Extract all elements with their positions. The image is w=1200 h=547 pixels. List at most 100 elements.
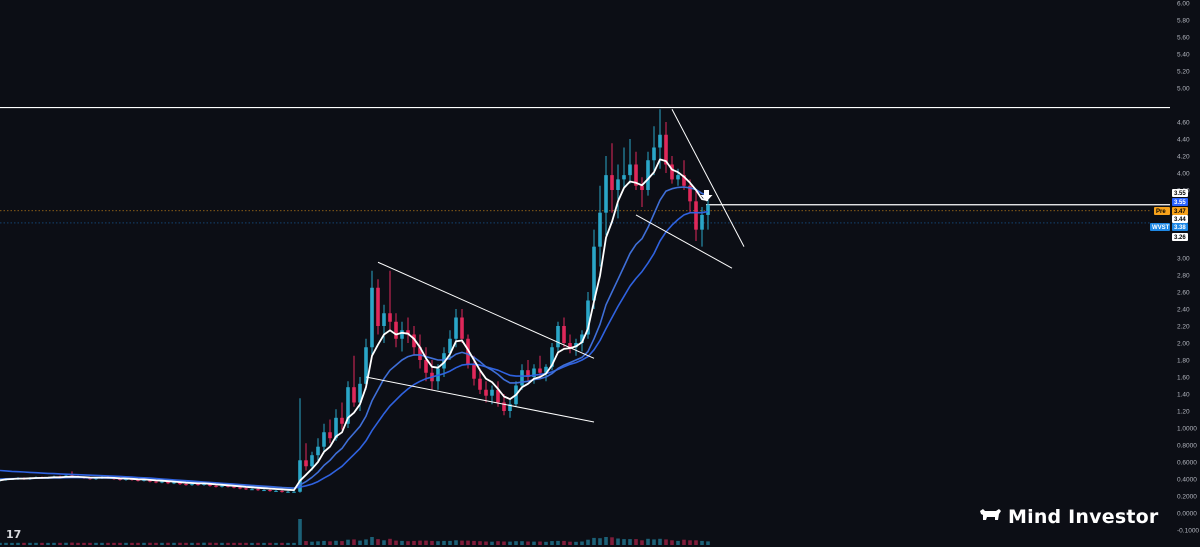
volume-bar <box>658 538 662 545</box>
y-tick-label: 0.8000 <box>1177 442 1197 449</box>
volume-bar <box>442 540 446 545</box>
volume-bar <box>574 541 578 545</box>
volume-bar <box>436 541 440 545</box>
candle-body <box>262 490 266 492</box>
volume-bar <box>34 542 38 545</box>
volume-bar <box>580 541 584 545</box>
candle-body <box>400 330 404 339</box>
volume-bar <box>40 542 44 545</box>
candle-body <box>268 490 272 492</box>
volume-bar <box>382 540 386 545</box>
ema-fast-line <box>0 158 709 492</box>
y-tick-label: 1.60 <box>1177 374 1190 381</box>
volume-bar <box>226 542 230 545</box>
volume-bar <box>88 542 92 545</box>
volume-bar <box>0 542 2 545</box>
candle-body <box>472 364 476 379</box>
price-tag-label: 3.38 <box>1174 225 1186 231</box>
candle-body <box>316 446 320 456</box>
y-tick-label: 0.4000 <box>1177 476 1197 483</box>
volume-bar <box>520 541 524 545</box>
candle-body <box>220 485 224 487</box>
volume-bar <box>214 542 218 545</box>
y-tick-label: 4.20 <box>1177 153 1190 160</box>
volume-bar <box>304 541 308 545</box>
volume-bar <box>652 539 656 545</box>
volume-bar <box>400 540 404 545</box>
volume-bar <box>82 542 86 545</box>
volume-bar <box>370 537 374 545</box>
y-tick-label: 1.40 <box>1177 391 1190 398</box>
volume-bar <box>16 542 20 545</box>
volume-bar <box>298 519 302 545</box>
volume-bar <box>448 540 452 545</box>
y-tick-label: 5.20 <box>1177 68 1190 75</box>
candle-body <box>280 490 284 492</box>
volume-bar <box>358 540 362 545</box>
volume-bar <box>616 538 620 545</box>
brand-name: Mind Investor <box>1008 506 1159 528</box>
candle-body <box>628 164 632 176</box>
volume-bar <box>322 540 326 545</box>
candle-body <box>322 432 326 447</box>
volume-bar <box>328 541 332 545</box>
candle-body <box>292 491 296 493</box>
volume-bar <box>70 542 74 545</box>
trendline <box>377 261 595 359</box>
volume-bar <box>706 541 710 545</box>
y-tick-label: 2.40 <box>1177 306 1190 313</box>
candle-body <box>238 487 242 489</box>
candle-body <box>376 287 380 326</box>
candle-body <box>490 389 494 396</box>
volume-bar <box>280 542 284 545</box>
volume-bar <box>340 541 344 545</box>
candle-body <box>598 212 602 247</box>
candle-body <box>214 485 218 487</box>
volume-bar <box>94 542 98 545</box>
volume-bar <box>496 541 500 545</box>
volume-bar <box>544 541 548 545</box>
volume-bar <box>670 540 674 545</box>
candle-body <box>484 389 488 396</box>
volume-bar <box>406 541 410 545</box>
volume-bar <box>64 542 68 545</box>
volume-bar <box>694 540 698 545</box>
volume-bar <box>178 542 182 545</box>
price-tag-label: 3.55 <box>1174 200 1186 206</box>
y-tick-label: 5.40 <box>1177 51 1190 58</box>
volume-bar <box>196 542 200 545</box>
volume-bars <box>0 519 710 545</box>
volume-bar <box>388 538 392 545</box>
price-tag-prefix-label: WVST <box>1152 225 1170 231</box>
volume-bar <box>238 542 242 545</box>
candle-body <box>694 201 698 230</box>
price-tag-label: 3.44 <box>1174 217 1186 223</box>
volume-bar <box>538 541 542 545</box>
volume-bar <box>154 542 158 545</box>
price-chart[interactable]: -0.1000 0.0000 0.2000 0.4000 0.6000 0.8000 1.0… <box>0 0 1200 547</box>
candle-body <box>562 326 566 343</box>
y-tick-label: -0.1000 <box>1177 527 1199 534</box>
volume-bar <box>622 539 626 545</box>
price-axis[interactable]: -0.1000 0.0000 0.2000 0.4000 0.6000 0.8000 1.0… <box>1177 0 1199 534</box>
candle-body <box>658 134 662 148</box>
tradingview-logo-icon: 17 <box>6 528 22 541</box>
volume-bar <box>646 538 650 545</box>
candle-body <box>250 489 254 491</box>
volume-bar <box>184 542 188 545</box>
candle-body <box>184 484 188 486</box>
candle-body <box>646 160 650 190</box>
volume-bar <box>4 542 8 545</box>
candle-body <box>370 287 374 348</box>
candles <box>0 109 710 493</box>
volume-bar <box>220 542 224 545</box>
y-tick-label: 1.80 <box>1177 357 1190 364</box>
volume-bar <box>244 542 248 545</box>
candle-body <box>640 185 644 190</box>
candle-body <box>538 368 542 373</box>
volume-bar <box>562 540 566 545</box>
volume-bar <box>664 539 668 545</box>
candle-body <box>706 204 710 215</box>
trendlines[interactable] <box>365 109 745 423</box>
volume-bar <box>52 542 56 545</box>
